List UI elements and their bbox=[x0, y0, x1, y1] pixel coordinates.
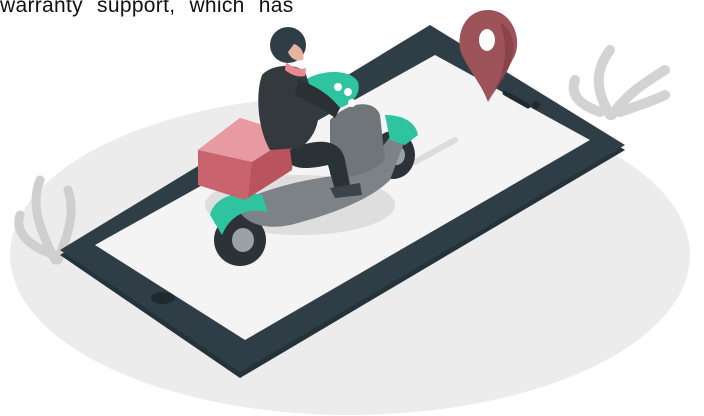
plant-leaf-icon bbox=[568, 45, 670, 120]
home-button bbox=[151, 292, 175, 304]
delivery-illustration bbox=[10, 10, 690, 415]
